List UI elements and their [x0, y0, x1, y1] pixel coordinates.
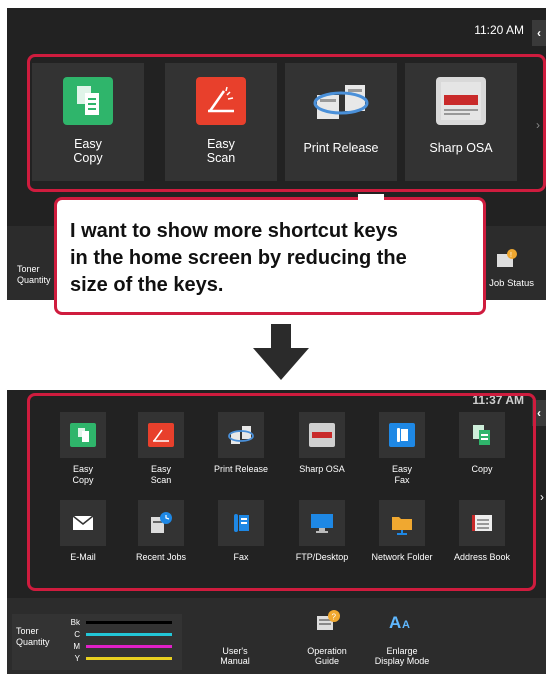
callout-box: I want to show more shortcut keys in the… [54, 197, 486, 315]
toner-bar [86, 657, 172, 660]
enlarge-display-icon[interactable]: AA [387, 610, 415, 632]
toner-row-bk: Bk [68, 618, 172, 627]
toner-channel-label: Y [74, 654, 80, 663]
toner-channel-label: C [74, 630, 80, 639]
chevron-right-icon[interactable]: › [540, 490, 544, 504]
clock-display: 11:20 AM [474, 23, 524, 37]
toner-quantity-label: Toner Quantity [17, 264, 51, 285]
operation-guide-icon[interactable]: ? [315, 610, 341, 632]
toner-row-c: C [68, 630, 172, 639]
highlight-frame [27, 54, 546, 192]
operation-guide-button[interactable]: Operation Guide [295, 646, 359, 666]
toner-row-m: M [68, 642, 172, 651]
toner-quantity-panel[interactable]: Toner Quantity Bk C M Y [12, 614, 182, 670]
toner-channel-label: Bk [70, 618, 80, 627]
toner-bar [86, 621, 172, 624]
toner-bar [86, 633, 172, 636]
callout-pointer-mask [358, 194, 384, 206]
toner-row-y: Y [68, 654, 172, 663]
job-status-label[interactable]: Job Status [489, 278, 534, 289]
job-status-icon[interactable]: ! [496, 248, 518, 270]
callout-text: I want to show more shortcut keys in the… [70, 220, 407, 296]
home-screen-after: 11:37 AM ‹ › Easy Copy Easy Scan Print R… [7, 390, 546, 674]
svg-text:?: ? [332, 613, 337, 622]
highlight-frame [27, 393, 536, 591]
svg-text:A: A [402, 619, 410, 631]
toner-quantity-label: Toner Quantity [16, 626, 50, 647]
toner-bar [86, 645, 172, 648]
enlarge-display-button[interactable]: Enlarge Display Mode [365, 646, 439, 666]
arrow-down-icon [253, 324, 309, 380]
bottom-bar: Toner Quantity Bk C M Y User's Manual ? … [7, 598, 546, 674]
users-manual-button[interactable]: User's Manual [205, 646, 265, 666]
svg-text:A: A [389, 613, 401, 632]
toner-channel-label: M [73, 642, 80, 651]
svg-text:!: ! [510, 252, 512, 259]
chevron-left-icon[interactable]: ‹ [532, 20, 546, 46]
